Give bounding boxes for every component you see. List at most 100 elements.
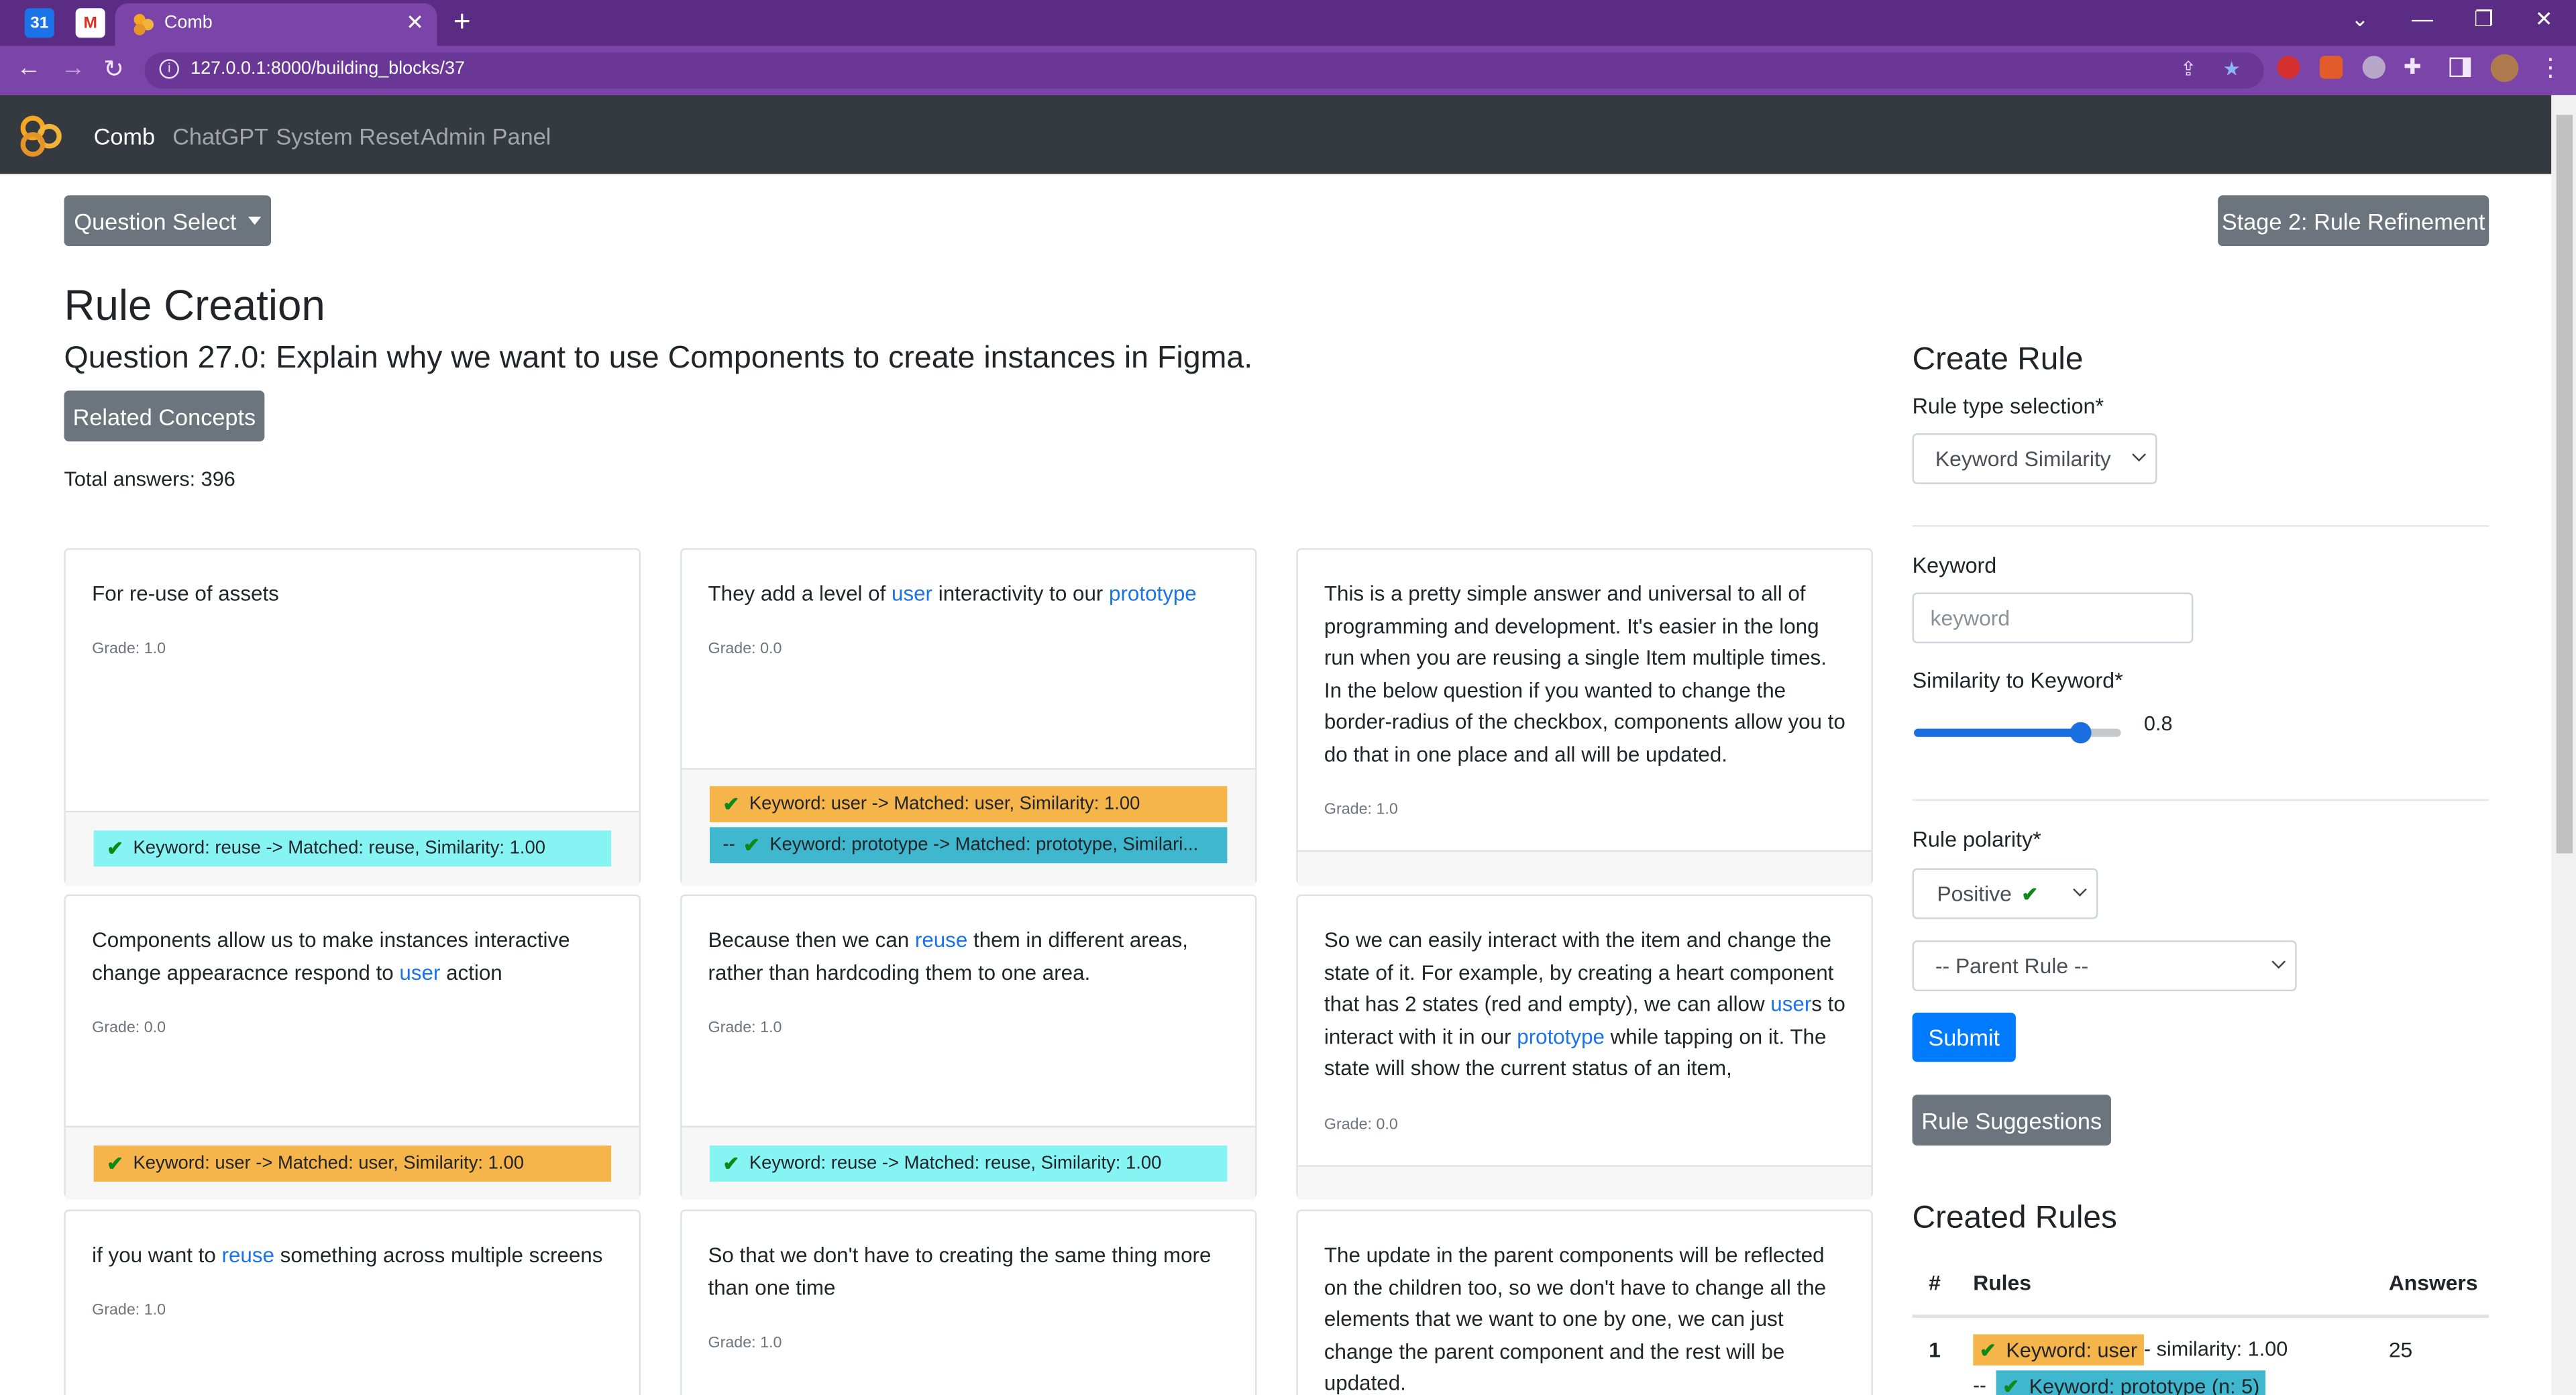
- rule-keyword-tag[interactable]: ✔ Keyword: user: [1973, 1334, 2144, 1365]
- answer-grade: Grade: 1.0: [708, 1019, 782, 1038]
- answer-text-segment: So we can easily interact with the item …: [1324, 927, 1834, 1017]
- extension-icon-red[interactable]: [2277, 56, 2300, 79]
- answer-card-footer: ✔ Keyword: user -> Matched: user, Similar…: [682, 768, 1256, 887]
- child-rule-tag[interactable]: ✔ Keyword: prototype (n: 5): [1996, 1370, 2267, 1395]
- check-icon: ✔: [722, 792, 740, 816]
- comb-favicon-icon: [133, 13, 154, 36]
- plus-icon[interactable]: +: [453, 5, 471, 39]
- rule-type-label: Rule type selection*: [1912, 394, 2104, 419]
- comb-logo-icon[interactable]: [19, 115, 62, 158]
- rule-match-tag[interactable]: ✔ Keyword: reuse -> Matched: reuse, Simil…: [709, 1146, 1228, 1182]
- keyword-highlight: user: [399, 959, 441, 985]
- check-icon: ✔: [2021, 882, 2039, 905]
- rule-match-tag[interactable]: ✔ Keyword: user -> Matched: user, Similar…: [709, 786, 1228, 822]
- answer-grade: Grade: 0.0: [92, 1019, 166, 1038]
- sidepanel-icon[interactable]: [2449, 57, 2471, 78]
- forward-icon[interactable]: →: [61, 54, 86, 82]
- nav-admin-panel[interactable]: Admin Panel: [421, 123, 551, 150]
- answer-text-segment: The update in the parent components will…: [1324, 1242, 1827, 1395]
- rule-match-tag[interactable]: -- ✔ Keyword: prototype -> Matched: protot…: [709, 827, 1228, 864]
- menu-icon[interactable]: ⋮: [2538, 52, 2563, 82]
- answer-grade: Grade: 1.0: [92, 1301, 166, 1320]
- calendar-icon[interactable]: 31: [24, 8, 54, 38]
- scrollbar-thumb[interactable]: [2556, 115, 2573, 854]
- rule-match-label: Keyword: prototype -> Matched: prototype…: [769, 835, 1199, 855]
- polarity-select[interactable]: Positive ✔: [1912, 868, 2098, 919]
- similarity-slider-thumb[interactable]: [2070, 722, 2092, 744]
- extensions-icon[interactable]: ✚: [2404, 54, 2422, 80]
- parent-rule-select[interactable]: -- Parent Rule --: [1912, 940, 2297, 992]
- extension-icon-camera[interactable]: [2362, 56, 2385, 79]
- check-icon: ✔: [1980, 1338, 1996, 1361]
- answer-card: Because then we can reuse them in differ…: [680, 894, 1257, 1200]
- answer-grade: Grade: 1.0: [1324, 801, 1398, 820]
- nav-brand[interactable]: Comb: [94, 123, 155, 150]
- answer-text: For re-use of assets: [92, 577, 616, 610]
- url-text: 127.0.0.1:8000/building_blocks/37: [191, 59, 465, 79]
- back-icon[interactable]: ←: [16, 54, 41, 82]
- minimize-icon[interactable]: —: [2412, 7, 2433, 32]
- window-close-icon[interactable]: ✕: [2535, 7, 2553, 33]
- nav-chatgpt[interactable]: ChatGPT: [172, 123, 268, 150]
- answer-card: So we can easily interact with the item …: [1296, 894, 1873, 1200]
- answer-card: So that we don't have to creating the sa…: [680, 1209, 1257, 1395]
- keyword-input[interactable]: keyword: [1912, 592, 2194, 644]
- answer-text-segment: They add a level of: [708, 581, 892, 606]
- table-header-line: [1912, 1315, 2489, 1318]
- stage-2-button[interactable]: Stage 2: Rule Refinement: [2218, 195, 2489, 247]
- keyword-highlight: user: [892, 581, 933, 606]
- caret-down-icon: [248, 217, 262, 225]
- answer-card-footer: ✔ Keyword: reuse -> Matched: reuse, Simil…: [65, 810, 639, 887]
- page-root: 31 M Comb ✕ + ⌄ — ❐ ✕ ← → ↻ i 127.0.0.1:…: [0, 0, 2576, 1395]
- gmail-icon[interactable]: M: [75, 8, 105, 38]
- answer-text: So that we don't have to creating the sa…: [708, 1239, 1232, 1304]
- keyword-highlight: prototype: [1517, 1023, 1605, 1049]
- similarity-slider-fill: [1914, 728, 2080, 737]
- answer-text: Because then we can reuse them in differ…: [708, 924, 1232, 989]
- answer-text: They add a level of user interactivity t…: [708, 577, 1232, 610]
- chevron-down-icon: [2271, 954, 2286, 969]
- tab-search-icon[interactable]: ⌄: [2351, 7, 2369, 33]
- rule-match-tag[interactable]: ✔ Keyword: reuse -> Matched: reuse, Simil…: [93, 830, 612, 867]
- submit-button[interactable]: Submit: [1912, 1012, 2016, 1062]
- extension-icon-orange[interactable]: [2319, 56, 2343, 79]
- question-select-dropdown[interactable]: Question Select: [64, 195, 272, 247]
- child-rule-prefix: --: [1973, 1374, 1986, 1395]
- child-rule-label: Keyword: prototype (n: 5): [2029, 1374, 2260, 1395]
- answer-text-segment: Because then we can: [708, 927, 915, 952]
- avatar[interactable]: [2490, 54, 2519, 82]
- question-title: Question 27.0: Explain why we want to us…: [64, 341, 1253, 376]
- keyword-highlight: reuse: [221, 1242, 274, 1268]
- rule-similarity: - similarity: 1.00: [2143, 1337, 2288, 1361]
- address-bar[interactable]: i 127.0.0.1:8000/building_blocks/37 ⇪ ★: [144, 52, 2264, 89]
- browser-tab-strip: 31 M Comb ✕ + ⌄ — ❐ ✕: [0, 0, 2576, 46]
- rule-match-label: Keyword: reuse -> Matched: reuse, Simila…: [133, 838, 545, 858]
- site-info-icon[interactable]: i: [159, 59, 179, 79]
- answer-text: The update in the parent components will…: [1324, 1239, 1848, 1395]
- share-icon[interactable]: ⇪: [2180, 58, 2197, 80]
- answer-text-segment: if you want to: [92, 1242, 222, 1268]
- rule-match-tag[interactable]: ✔ Keyword: user -> Matched: user, Similar…: [93, 1146, 612, 1182]
- keyword-highlight: user: [1770, 991, 1812, 1017]
- answer-card: Components allow us to make instances in…: [64, 894, 641, 1200]
- polarity-value: Positive: [1937, 881, 2012, 906]
- answer-card-footer: ✔ Keyword: reuse -> Matched: reuse, Simil…: [682, 1125, 1256, 1200]
- nav-system-reset[interactable]: System Reset: [276, 123, 419, 150]
- answer-card: The update in the parent components will…: [1296, 1209, 1873, 1395]
- answer-text-segment: So that we don't have to creating the sa…: [708, 1242, 1212, 1300]
- close-icon[interactable]: ✕: [406, 10, 424, 36]
- star-icon[interactable]: ★: [2222, 58, 2240, 80]
- browser-tab-active[interactable]: Comb ✕: [115, 3, 437, 46]
- rule-type-select[interactable]: Keyword Similarity: [1912, 433, 2157, 484]
- answer-text-segment: something across multiple screens: [274, 1242, 603, 1268]
- restore-icon[interactable]: ❐: [2474, 7, 2493, 33]
- related-concepts-button[interactable]: Related Concepts: [64, 390, 265, 442]
- child-rule-prefix: --: [722, 835, 735, 855]
- col-rules: Rules: [1973, 1270, 2031, 1295]
- rule-suggestions-button[interactable]: Rule Suggestions: [1912, 1095, 2111, 1146]
- create-rule-heading: Create Rule: [1912, 341, 2084, 378]
- answer-text-segment: This is a pretty simple answer and unive…: [1324, 581, 1845, 767]
- answer-text: Components allow us to make instances in…: [92, 924, 616, 989]
- divider: [1912, 799, 2489, 801]
- reload-icon[interactable]: ↻: [103, 54, 124, 84]
